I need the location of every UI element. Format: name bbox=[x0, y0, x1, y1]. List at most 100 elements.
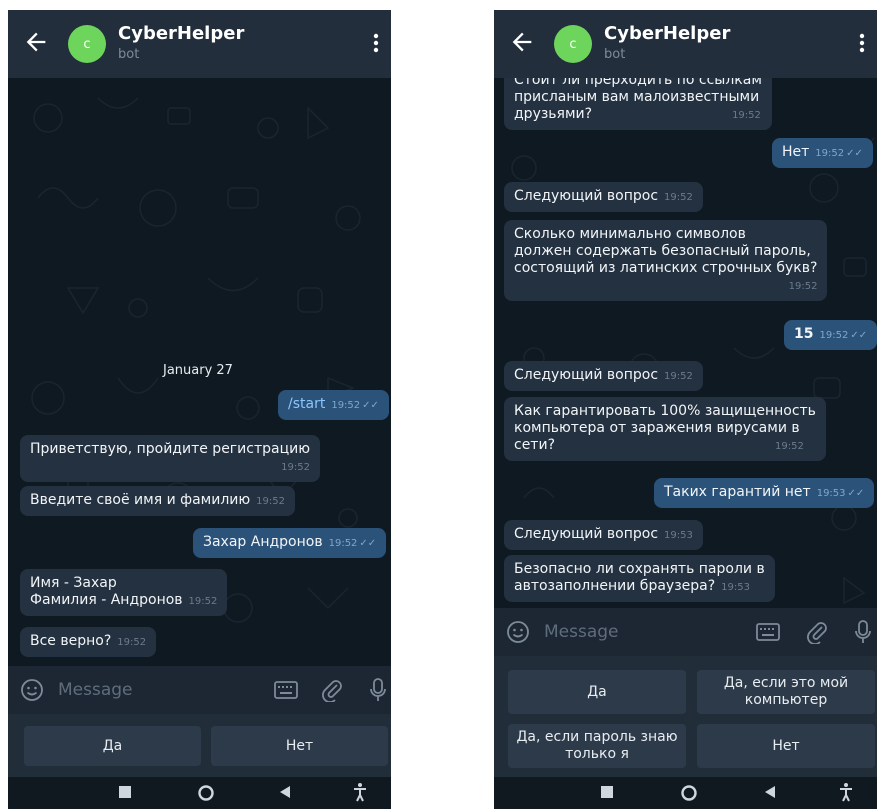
reply-button-yes-if-my-computer[interactable]: Да, если это мой компьютер bbox=[697, 670, 875, 714]
message-text-line: автозаполнении браузера? bbox=[514, 578, 716, 594]
reply-button-label: Нет bbox=[772, 737, 800, 754]
avatar-letter: c bbox=[569, 36, 577, 52]
message-outgoing[interactable]: 15 19:52 ✓✓ bbox=[784, 320, 877, 350]
keyboard-icon[interactable] bbox=[756, 622, 780, 642]
message-incoming[interactable]: Следующий вопрос 19:52 bbox=[504, 361, 703, 391]
message-time: 19:52 bbox=[819, 330, 849, 341]
back-arrow-icon[interactable] bbox=[508, 28, 536, 56]
mic-icon[interactable] bbox=[854, 619, 872, 645]
date-label: January 27 bbox=[163, 363, 233, 378]
message-incoming[interactable]: Следующий вопрос 19:52 bbox=[504, 182, 703, 212]
double-check-icon: ✓✓ bbox=[847, 488, 865, 499]
smile-icon[interactable] bbox=[20, 678, 44, 702]
back-arrow-icon[interactable] bbox=[22, 28, 50, 56]
message-input-bar: Message bbox=[8, 666, 391, 714]
more-vert-icon[interactable] bbox=[855, 30, 869, 56]
message-text: Нет bbox=[782, 144, 810, 160]
message-outgoing[interactable]: /start 19:52 ✓✓ bbox=[278, 390, 389, 420]
message-text: Следующий вопрос bbox=[514, 367, 659, 383]
chat-title[interactable]: CyberHelper bbox=[604, 23, 730, 44]
message-outgoing[interactable]: Таких гарантий нет 19:53 ✓✓ bbox=[654, 478, 875, 508]
paperclip-icon[interactable] bbox=[321, 678, 343, 702]
message-text-line: Безопасно ли сохранять пароли в bbox=[514, 561, 765, 577]
nav-circle-icon[interactable] bbox=[198, 785, 214, 801]
chat-area[interactable]: January 27 /start 19:52 ✓✓ Приветствую, пр… bbox=[8, 78, 391, 666]
message-incoming[interactable]: Как гарантировать 100% защищенность компь… bbox=[504, 397, 826, 461]
accessibility-icon[interactable] bbox=[353, 782, 367, 802]
mic-icon[interactable] bbox=[369, 677, 387, 703]
reply-button-yes-if-only-i-know-password[interactable]: Да, если пароль знаю только я bbox=[508, 724, 686, 768]
chat-subtitle: bot bbox=[604, 47, 626, 62]
avatar[interactable]: c bbox=[68, 25, 106, 63]
message-time: 19:52 bbox=[788, 281, 818, 292]
avatar-letter: c bbox=[83, 36, 91, 52]
message-incoming[interactable]: Стоит ли прерходить по ссылкам присланым … bbox=[504, 78, 772, 130]
nav-square-icon[interactable] bbox=[118, 785, 132, 799]
message-time: 19:52 bbox=[331, 400, 361, 411]
message-text: Таких гарантий нет bbox=[664, 484, 811, 500]
message-incoming[interactable]: Введите своё имя и фамилию 19:52 bbox=[20, 486, 295, 516]
message-incoming[interactable]: Безопасно ли сохранять пароли в автозапол… bbox=[504, 555, 775, 602]
message-text-line: Фамилия - Андронов bbox=[30, 592, 183, 608]
message-outgoing[interactable]: Нет 19:52 ✓✓ bbox=[772, 138, 873, 168]
message-text: Все верно? bbox=[30, 633, 112, 649]
reply-button-no[interactable]: Нет bbox=[697, 724, 875, 768]
reply-keyboard: Да Да, если это мой компьютер Да, если п… bbox=[494, 656, 877, 777]
message-time: 19:52 bbox=[775, 441, 804, 452]
message-text: Следующий вопрос bbox=[514, 188, 659, 204]
nav-square-icon[interactable] bbox=[600, 785, 614, 799]
avatar[interactable]: c bbox=[554, 25, 592, 63]
message-text-line: Стоит ли прерходить по ссылкам bbox=[514, 78, 762, 88]
chat-subtitle: bot bbox=[118, 47, 140, 62]
reply-button-label: компьютер bbox=[744, 692, 828, 708]
nav-back-triangle-icon[interactable] bbox=[278, 785, 292, 799]
message-time: 19:52 bbox=[328, 538, 358, 549]
message-time: 19:52 bbox=[281, 462, 310, 473]
message-incoming[interactable]: Следующий вопрос 19:53 bbox=[504, 520, 703, 550]
more-vert-icon[interactable] bbox=[369, 30, 383, 56]
smile-icon[interactable] bbox=[506, 620, 530, 644]
double-check-icon: ✓✓ bbox=[850, 330, 868, 341]
chat-title[interactable]: CyberHelper bbox=[118, 23, 244, 44]
message-incoming[interactable]: Имя - Захар Фамилия - Андронов 19:52 bbox=[20, 569, 228, 616]
message-incoming[interactable]: Сколько минимально символов должен содерж… bbox=[504, 220, 828, 301]
message-text: 15 bbox=[794, 326, 814, 342]
message-input[interactable]: Message bbox=[58, 680, 133, 700]
reply-button-yes[interactable]: Да bbox=[24, 726, 201, 766]
reply-button-label: только я bbox=[565, 746, 629, 762]
nav-circle-icon[interactable] bbox=[681, 785, 697, 801]
keyboard-icon[interactable] bbox=[274, 680, 298, 700]
message-incoming[interactable]: Приветствую, пройдите регистрацию 19:52 bbox=[20, 435, 320, 482]
chat-header: c CyberHelper bot bbox=[494, 10, 877, 78]
message-input[interactable]: Message bbox=[544, 622, 619, 642]
message-text[interactable]: /start bbox=[288, 396, 325, 412]
message-time: 19:53 bbox=[721, 582, 750, 593]
message-text-line: состоящий из латинских строчных букв? bbox=[514, 260, 818, 276]
message-time: 19:53 bbox=[816, 488, 846, 499]
double-check-icon: ✓✓ bbox=[362, 400, 379, 411]
reply-button-label: Да, если пароль знаю bbox=[516, 729, 678, 745]
message-time: 19:52 bbox=[256, 496, 285, 507]
message-incoming[interactable]: Все верно? 19:52 bbox=[20, 627, 157, 657]
message-time: 19:52 bbox=[815, 148, 845, 159]
reply-button-no[interactable]: Нет bbox=[211, 726, 388, 766]
chat-area[interactable]: Стоит ли прерходить по ссылкам присланым … bbox=[494, 78, 877, 608]
message-text-line: Имя - Захар bbox=[30, 575, 117, 591]
message-text: Приветствую, пройдите регистрацию bbox=[30, 441, 310, 457]
message-text: Следующий вопрос bbox=[514, 526, 659, 542]
message-text-line: компьютера от заражения вирусами в bbox=[514, 420, 800, 436]
reply-button-label: Да bbox=[587, 683, 607, 700]
message-outgoing[interactable]: Захар Андронов 19:52 ✓✓ bbox=[193, 528, 387, 558]
nav-back-triangle-icon[interactable] bbox=[763, 785, 777, 799]
accessibility-icon[interactable] bbox=[839, 782, 853, 802]
reply-button-label: Нет bbox=[285, 737, 314, 754]
paperclip-icon[interactable] bbox=[806, 620, 828, 644]
phone-screen-left: c CyberHelper bot January 27 /start 19:52… bbox=[8, 10, 391, 809]
reply-keyboard: Да Нет bbox=[8, 714, 391, 777]
message-text-line: должен содержать безопасный пароль, bbox=[514, 243, 811, 259]
message-text: Захар Андронов bbox=[203, 534, 323, 550]
message-input-bar: Message bbox=[494, 608, 877, 656]
system-nav-bar bbox=[494, 777, 877, 809]
double-check-icon: ✓✓ bbox=[846, 148, 863, 159]
reply-button-yes[interactable]: Да bbox=[508, 670, 686, 714]
